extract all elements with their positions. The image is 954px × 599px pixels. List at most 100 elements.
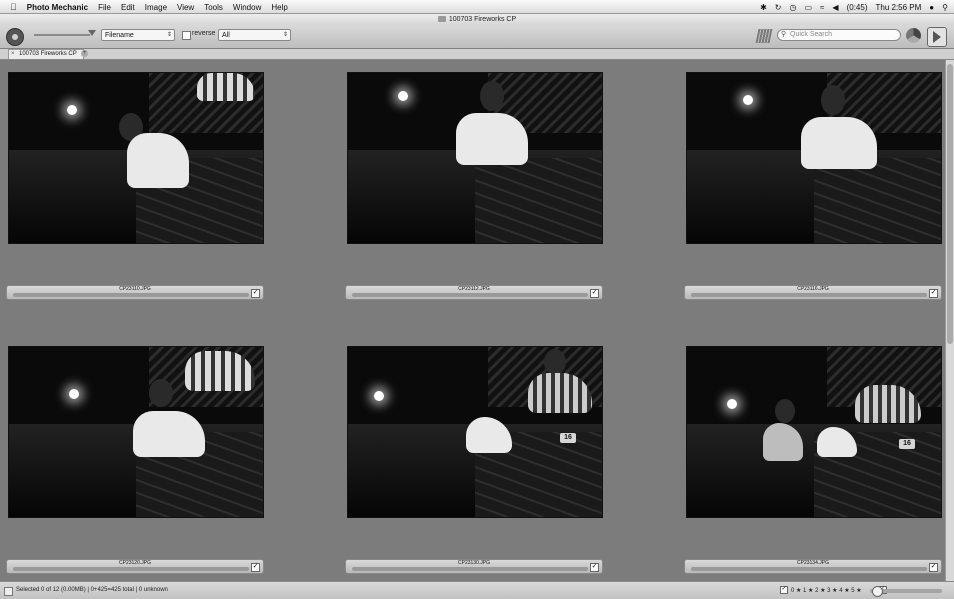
tag-checkbox[interactable]: ✓ [251,563,260,572]
person-head [775,399,795,423]
quick-search-placeholder: Quick Search [790,31,833,38]
stadium-light [67,105,77,115]
seat-number-badge: 16 [899,439,915,449]
tab-strip: × 100703 Fireworks CP + [0,49,954,60]
menu-app-name[interactable]: Photo Mechanic [27,3,88,12]
thumbnail-caption[interactable]: CP23110.JPG ✓ [6,285,264,300]
user-icon[interactable]: ● [929,3,934,12]
thumbnail-caption[interactable]: CP23112.JPG ✓ [345,285,603,300]
caption-bar [691,567,927,571]
thumbnail-filename: CP23116.JPG [797,286,829,292]
wifi-icon[interactable]: ≈ [820,3,824,12]
display-icon[interactable]: ▭ [804,3,812,12]
sync-icon[interactable]: ↻ [775,3,782,12]
thumbnail-caption[interactable]: CP23120.JPG ✓ [6,559,264,574]
bluetooth-icon[interactable]: ✱ [760,3,767,12]
window-title: 100703 Fireworks CP [448,16,517,23]
menu-tools[interactable]: Tools [204,3,223,12]
person-shirt [127,133,189,188]
time-machine-icon[interactable]: ◷ [789,3,796,12]
menu-help[interactable]: Help [271,3,287,12]
person-shirt [456,113,528,165]
thumbnail-caption[interactable]: CP23130.JPG ✓ [345,559,603,574]
tag-filter-checkbox[interactable]: ✓ [780,586,788,594]
thumbnail-image[interactable] [8,72,264,244]
stadium-light [69,389,79,399]
thumbnail-cell[interactable]: CP23120.JPG ✓ [6,346,264,581]
stadium-light [374,391,384,401]
thumbnail-image[interactable] [686,72,942,244]
scrollbar-thumb[interactable] [947,64,953,344]
menu-bar:  Photo Mechanic File Edit Image View To… [0,0,954,14]
folder-icon [437,16,446,23]
stadium-seats [475,158,602,243]
filter-select[interactable]: All ⇕ [218,29,291,41]
tab-label: 100703 Fireworks CP [19,51,77,57]
thumbnail-cell[interactable]: CP23116.JPG ✓ [684,72,942,314]
thumbnail-cell[interactable]: CP23110.JPG ✓ [6,72,264,314]
person-head [821,85,845,115]
tag-checkbox[interactable]: ✓ [251,289,260,298]
thumbnail-filename: CP23112.JPG [458,286,490,292]
volume-icon[interactable]: ◀ [832,3,838,12]
thumbnail-image[interactable] [347,72,603,244]
info-icon[interactable] [4,587,13,596]
tag-checkbox[interactable]: ✓ [929,289,938,298]
thumbnail-cell[interactable]: 16 CP23130.JPG ✓ [345,346,603,581]
person-head [480,81,504,111]
rating-filter-labels[interactable]: 0 ★ 1 ★ 2 ★ 3 ★ 4 ★ 5 ★ [791,587,862,594]
thumbnail-image[interactable] [8,346,264,518]
thumbnail-filename: CP23134.JPG [797,560,829,566]
caption-bar [13,293,249,297]
search-icon: ⚲ [781,31,787,38]
battery-status[interactable]: (0:45) [847,3,868,12]
menu-window[interactable]: Window [233,3,261,12]
reverse-checkbox[interactable] [182,31,191,40]
chevron-updown-icon: ⇕ [282,32,288,38]
contact-sheet: CP23110.JPG ✓ CP23112.JPG ✓ CP23116.JPG … [0,60,945,581]
person-head [544,349,566,375]
zoom-slider-knob[interactable] [872,586,883,597]
tag-checkbox[interactable]: ✓ [590,289,599,298]
status-bar: Selected 0 of 12 (0.00MB) | 0+425=425 to… [0,581,954,599]
tab-contact-sheet[interactable]: × 100703 Fireworks CP [8,49,84,59]
caption-bar [13,567,249,571]
tag-checkbox[interactable]: ✓ [590,563,599,572]
stadium-seats [814,158,941,243]
person-head [149,379,173,407]
apple-icon[interactable]:  [10,2,17,12]
thumbnail-cell[interactable]: 16 CP23134.JPG ✓ [684,346,942,581]
stadium-light [743,95,753,105]
close-icon[interactable]: × [11,50,15,59]
stadium-light [398,91,408,101]
reverse-label: reverse [192,30,216,37]
size-slider-knob[interactable] [88,30,96,36]
caption-bar [352,567,588,571]
thumbnail-caption[interactable]: CP23116.JPG ✓ [684,285,942,300]
thumbnail-image[interactable]: 16 [347,346,603,518]
gear-icon[interactable] [6,28,24,46]
sort-select[interactable]: Filename ⇕ [101,29,175,41]
quick-search-input[interactable]: ⚲ Quick Search [777,29,901,41]
contact-sheet-icon[interactable] [755,29,773,43]
sort-select-value: Filename [105,32,134,39]
menu-image[interactable]: Image [145,3,167,12]
color-class-icon[interactable] [906,28,921,43]
thumbnail-image[interactable]: 16 [686,346,942,518]
menubar-clock[interactable]: Thu 2:56 PM [875,3,921,12]
preview-button[interactable] [927,27,947,47]
person-shirt [133,411,205,457]
thumbnail-caption[interactable]: CP23134.JPG ✓ [684,559,942,574]
menu-file[interactable]: File [98,3,111,12]
vertical-scrollbar[interactable] [945,60,954,581]
menu-edit[interactable]: Edit [121,3,135,12]
menu-view[interactable]: View [177,3,194,12]
add-tab-icon[interactable]: + [81,50,88,57]
tag-checkbox[interactable]: ✓ [929,563,938,572]
window-title-bar: 100703 Fireworks CP [0,14,954,25]
person-striped-shirt [197,73,255,101]
spotlight-search-icon[interactable]: ⚲ [942,3,948,12]
thumbnail-cell[interactable]: CP23112.JPG ✓ [345,72,603,314]
photo-mechanic-window:  Photo Mechanic File Edit Image View To… [0,0,954,599]
size-slider[interactable] [34,34,90,36]
